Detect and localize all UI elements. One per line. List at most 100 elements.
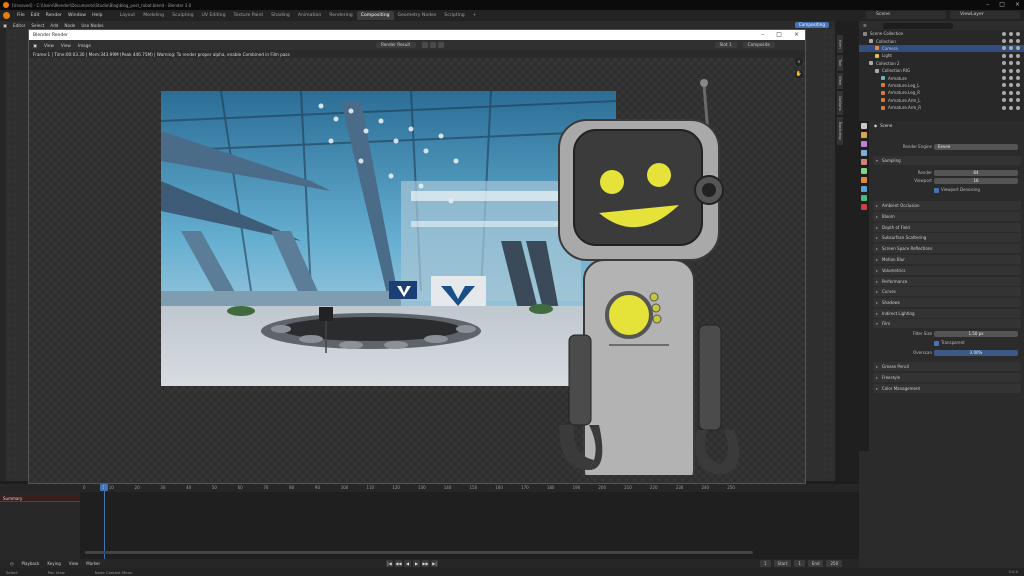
render-samples-field[interactable]: 64 bbox=[934, 170, 1018, 176]
modifier-tab-icon[interactable] bbox=[861, 186, 867, 192]
image-tool-icon[interactable] bbox=[422, 42, 428, 48]
properties-subpanel[interactable]: Freestyle bbox=[873, 372, 1021, 382]
start-frame-field[interactable]: 1 bbox=[794, 560, 805, 567]
sidebar-tab-view[interactable]: View bbox=[837, 73, 843, 89]
properties-subpanel[interactable]: Shadows bbox=[873, 298, 1021, 308]
editor-type-icon[interactable]: ▣ bbox=[3, 23, 7, 28]
menu-keying[interactable]: Keying bbox=[47, 561, 60, 566]
menu-playback[interactable]: Playback bbox=[22, 561, 40, 566]
viewport-denoise-checkbox[interactable] bbox=[934, 188, 939, 193]
tab-sculpting[interactable]: Sculpting bbox=[168, 11, 197, 20]
menu-image[interactable]: Image bbox=[78, 43, 91, 48]
summary-channel[interactable]: Summary bbox=[0, 496, 80, 502]
properties-subpanel[interactable]: Volumetrics bbox=[873, 265, 1021, 275]
timeline-editor-icon[interactable]: ◷ bbox=[10, 561, 14, 566]
outliner-row[interactable]: Armature.Arm_R bbox=[859, 104, 1024, 111]
outliner-row[interactable]: Scene Collection bbox=[859, 30, 1024, 37]
properties-subpanel[interactable]: Screen Space Reflections bbox=[873, 244, 1021, 254]
properties-subpanel[interactable]: Color Management bbox=[873, 383, 1021, 393]
outliner-row[interactable]: Camera bbox=[859, 44, 1024, 53]
properties-subpanel[interactable]: Curves bbox=[873, 287, 1021, 297]
properties-subpanel[interactable]: Grease Pencil bbox=[873, 362, 1021, 371]
menu-view[interactable]: View bbox=[44, 43, 54, 48]
jump-keyframe-forward-icon[interactable]: ▶▶ bbox=[422, 560, 429, 567]
minimize-icon[interactable]: – bbox=[986, 1, 989, 8]
render-result-selector[interactable]: Render Result bbox=[376, 42, 416, 48]
exclude-checkbox-icon[interactable] bbox=[1002, 53, 1006, 58]
outliner-row[interactable]: Light bbox=[859, 52, 1024, 59]
exclude-checkbox-icon[interactable] bbox=[1002, 90, 1006, 95]
viewport-samples-field[interactable]: 16 bbox=[934, 178, 1018, 184]
outliner-row[interactable]: Collection 2 bbox=[859, 60, 1024, 67]
properties-subpanel[interactable]: Motion Blur bbox=[873, 255, 1021, 264]
menu-help[interactable]: Help bbox=[89, 13, 105, 18]
tab-geometry-nodes[interactable]: Geometry Nodes bbox=[394, 11, 441, 20]
render-maximize-icon[interactable]: □ bbox=[776, 31, 782, 38]
timeline-scrollbar[interactable] bbox=[85, 551, 753, 554]
camera-render-icon[interactable] bbox=[1016, 61, 1020, 66]
view-layer-tab-icon[interactable] bbox=[861, 150, 867, 156]
view-layer-selector[interactable]: ViewLayer bbox=[950, 11, 1020, 19]
render-engine-dropdown[interactable]: Eevee bbox=[934, 144, 1018, 150]
menu-select[interactable]: Select bbox=[31, 23, 44, 28]
tab-compositing[interactable]: Compositing bbox=[356, 11, 394, 20]
eye-icon[interactable] bbox=[1009, 61, 1013, 66]
properties-subpanel[interactable]: Ambient Occlusion bbox=[873, 201, 1021, 210]
sidebar-tab-item[interactable]: Item bbox=[837, 35, 843, 53]
tab-shading[interactable]: Shading bbox=[267, 11, 294, 20]
camera-render-icon[interactable] bbox=[1016, 53, 1020, 58]
texture-tab-icon[interactable] bbox=[861, 204, 867, 210]
eye-icon[interactable] bbox=[1009, 31, 1013, 36]
eye-icon[interactable] bbox=[1009, 76, 1013, 81]
scene-tab-icon[interactable] bbox=[861, 159, 867, 165]
outliner-row[interactable]: Armature bbox=[859, 74, 1024, 81]
outliner-row[interactable]: Collection RIG bbox=[859, 67, 1024, 74]
render-close-icon[interactable]: × bbox=[794, 31, 799, 38]
sidebar-tab-options[interactable]: Options bbox=[837, 91, 843, 115]
menu-edit[interactable]: Edit bbox=[28, 13, 43, 18]
menu-marker[interactable]: Marker bbox=[86, 561, 100, 566]
play-icon[interactable]: ▶ bbox=[413, 560, 420, 567]
menu-render[interactable]: Render bbox=[43, 13, 65, 18]
tab-layout[interactable]: Layout bbox=[116, 11, 140, 20]
render-tab-icon[interactable] bbox=[861, 132, 867, 138]
overscan-field[interactable]: 3.00% bbox=[934, 350, 1018, 356]
exclude-checkbox-icon[interactable] bbox=[1002, 68, 1006, 73]
hand-icon[interactable]: ✋ bbox=[795, 70, 803, 78]
object-tab-icon[interactable] bbox=[861, 177, 867, 183]
sampling-panel[interactable]: Sampling bbox=[873, 156, 1021, 165]
eye-icon[interactable] bbox=[1009, 98, 1013, 103]
exclude-checkbox-icon[interactable] bbox=[1002, 46, 1006, 51]
properties-subpanel[interactable]: Indirect Lighting bbox=[873, 309, 1021, 318]
render-minimize-icon[interactable]: – bbox=[761, 31, 764, 38]
exclude-checkbox-icon[interactable] bbox=[1002, 39, 1006, 44]
film-panel[interactable]: Film bbox=[873, 319, 1021, 328]
render-slot-selector[interactable]: Slot 1 bbox=[714, 42, 737, 48]
scene-selector[interactable]: Scene bbox=[866, 11, 946, 19]
camera-render-icon[interactable] bbox=[1016, 39, 1020, 44]
tab-scripting[interactable]: Scripting bbox=[440, 11, 468, 20]
eye-icon[interactable] bbox=[1009, 83, 1013, 88]
exclude-checkbox-icon[interactable] bbox=[1002, 105, 1006, 110]
camera-render-icon[interactable] bbox=[1016, 105, 1020, 110]
properties-subpanel[interactable]: Performance bbox=[873, 276, 1021, 286]
camera-render-icon[interactable] bbox=[1016, 31, 1020, 36]
close-icon[interactable]: × bbox=[1015, 1, 1020, 8]
world-tab-icon[interactable] bbox=[861, 168, 867, 174]
tab-uv-editing[interactable]: UV Editing bbox=[198, 11, 230, 20]
outliner-row[interactable]: Armature.Leg_L bbox=[859, 82, 1024, 89]
outliner-row[interactable]: Armature.Leg_R bbox=[859, 89, 1024, 96]
menu-view-2[interactable]: View bbox=[61, 43, 71, 48]
current-frame-field[interactable]: 1 bbox=[760, 560, 771, 567]
outliner-row[interactable]: Armature.Arm_L bbox=[859, 97, 1024, 104]
exclude-checkbox-icon[interactable] bbox=[1002, 31, 1006, 36]
image-editor-type-icon[interactable]: ▣ bbox=[33, 43, 37, 48]
properties-subpanel[interactable]: Bloom bbox=[873, 211, 1021, 221]
menu-add[interactable]: Add bbox=[50, 23, 58, 28]
output-tab-icon[interactable] bbox=[861, 141, 867, 147]
blender-logo-icon[interactable] bbox=[3, 12, 10, 19]
menu-node[interactable]: Node bbox=[64, 23, 75, 28]
tool-tab-icon[interactable] bbox=[861, 123, 867, 129]
eye-icon[interactable] bbox=[1009, 46, 1013, 51]
menu-editor[interactable]: Editor bbox=[13, 23, 25, 28]
